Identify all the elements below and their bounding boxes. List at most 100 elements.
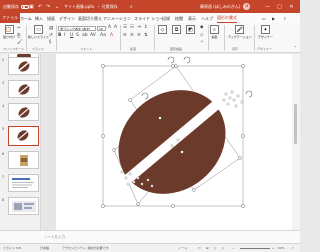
tab-shape-format[interactable]: 図形の書式 <box>217 14 237 23</box>
bullets-icon[interactable]: ☰ <box>123 25 127 30</box>
autosave-toggle[interactable] <box>21 4 29 9</box>
arrange-button[interactable]: ⧉ <box>172 25 181 34</box>
notes-placeholder[interactable]: ノートを入力 <box>44 235 65 240</box>
normal-view-icon[interactable]: ▭ <box>198 246 201 250</box>
strikethrough-icon[interactable]: S <box>76 33 79 38</box>
spacing-icon[interactable]: AV <box>90 33 96 38</box>
layout-icon[interactable]: ▤ <box>49 26 53 31</box>
slide-number: 3 <box>2 81 5 85</box>
fit-slide-icon[interactable]: ⤢ <box>291 246 293 250</box>
section-icon[interactable]: § <box>49 40 51 45</box>
clipboard-icon: 📋 <box>4 25 14 34</box>
notes-pane[interactable]: ノートを入力 <box>0 230 300 243</box>
accessibility-status[interactable]: アクセシビリティ: 検討が必要です <box>62 246 109 250</box>
slide-sorter-icon[interactable]: ⊞ <box>206 246 209 250</box>
reading-view-icon[interactable]: ▯ <box>214 246 216 250</box>
tab-home[interactable]: ホーム <box>20 14 32 23</box>
slideshow-icon[interactable]: ▷ <box>222 246 224 250</box>
comment-icon[interactable]: ▭ <box>262 14 266 23</box>
underline-icon[interactable]: U <box>70 33 73 38</box>
tab-draw[interactable]: 描画 <box>47 14 55 23</box>
zoom-in-icon[interactable]: + <box>272 246 275 250</box>
shape-outline-icon[interactable]: ◇ <box>200 33 203 38</box>
slide-thumbnail-5-selected[interactable] <box>8 126 39 146</box>
coffee-bean-thumbnail <box>17 130 29 141</box>
font-color-icon[interactable]: A <box>110 33 113 38</box>
tab-file[interactable]: ファイル <box>0 13 20 23</box>
change-case-icon[interactable]: Aa <box>100 33 106 38</box>
collapse-ribbon-icon[interactable]: ⌃ <box>294 45 297 50</box>
current-slide[interactable] <box>56 54 292 230</box>
share-icon[interactable]: ⇪ <box>283 14 286 23</box>
slide-number: 7 <box>2 175 5 179</box>
autosave[interactable]: 自動保存 <box>3 0 31 13</box>
shape-fill-icon[interactable]: ◆ <box>200 25 203 30</box>
account[interactable]: 篠原昌 (ほしみのぎん) 篠 <box>200 0 251 13</box>
text-direction-icon[interactable]: ⇅ <box>144 33 148 38</box>
tab-animations[interactable]: アニメーション <box>103 14 131 23</box>
search-icon[interactable]: ⌕ <box>130 0 133 13</box>
customize-toolbar-icon[interactable]: ⌄ <box>55 0 59 13</box>
tab-view[interactable]: 表示 <box>188 14 196 23</box>
shapes-button[interactable]: ◇ <box>158 25 167 34</box>
format-painter-icon[interactable]: 🖌 <box>17 40 23 45</box>
dictate-button[interactable]: 🎤 ディクテーション <box>228 25 252 39</box>
slide-thumbnail-6[interactable] <box>8 151 39 169</box>
designer-button[interactable]: ✦ デザイナー <box>258 25 273 39</box>
zoom-level[interactable]: 60% <box>278 246 285 250</box>
save-icon[interactable]: ▣ <box>29 0 34 13</box>
designer-icon: ✦ <box>260 25 270 34</box>
align-center-icon[interactable]: ≡ <box>130 33 134 38</box>
tab-help[interactable]: ヘルプ <box>201 14 213 23</box>
tab-record[interactable]: 記録 <box>162 14 170 23</box>
group-label-font: フォント <box>80 47 93 51</box>
line-spacing-icon[interactable]: ↕ <box>144 25 148 30</box>
slide-thumbnail-7[interactable] <box>8 174 39 192</box>
avatar[interactable]: 篠 <box>243 3 251 10</box>
vertical-scrollbar[interactable] <box>292 54 300 230</box>
redo-icon[interactable]: ↷ <box>46 0 50 13</box>
coffee-bean-drawing[interactable] <box>56 54 292 230</box>
copy-icon[interactable]: ⎘ <box>17 33 21 39</box>
tab-transitions[interactable]: 画面切り替え <box>78 14 102 23</box>
new-slide-button[interactable]: ▭ 新しいスライド <box>28 25 49 39</box>
slide-thumbnail-8[interactable] <box>8 197 39 215</box>
italic-icon[interactable]: I <box>64 33 65 38</box>
font-name-select[interactable]: 游ゴシック本文 (本文) <box>58 26 96 31</box>
slide-number: 8 <box>2 198 5 202</box>
slide-canvas[interactable] <box>42 54 292 230</box>
grow-font-icon[interactable]: A <box>108 25 111 30</box>
close-icon[interactable]: ✕ <box>287 0 296 13</box>
tab-review[interactable]: 校閲 <box>175 14 183 23</box>
minimize-icon[interactable]: — <box>263 0 272 13</box>
maximize-icon[interactable]: □ <box>275 0 284 13</box>
notes-toggle[interactable]: ノート <box>178 246 187 250</box>
quick-styles-button[interactable]: ◩ <box>186 25 195 34</box>
undo-icon[interactable]: ↶ <box>38 0 42 13</box>
bold-icon[interactable]: B <box>58 33 61 38</box>
align-right-icon[interactable]: ≡ <box>137 33 141 38</box>
shadow-icon[interactable]: ab <box>82 33 88 38</box>
shape-effects-icon[interactable]: ✧ <box>200 40 204 45</box>
tab-insert[interactable]: 挿入 <box>35 14 43 23</box>
scrollbar-thumb[interactable] <box>294 104 297 144</box>
zoom-out-icon[interactable]: − <box>232 246 235 250</box>
language[interactable]: 日本語 <box>40 246 49 250</box>
autosave-label: 自動保存 <box>3 3 19 9</box>
cut-icon[interactable]: ✂ <box>17 26 21 31</box>
slide-thumbnail-3[interactable] <box>8 80 39 98</box>
slide-thumbnail-2[interactable] <box>8 57 39 75</box>
editing-button[interactable]: ⌕ 編集 <box>210 25 219 39</box>
align-left-icon[interactable]: ≡ <box>123 33 127 38</box>
reset-icon[interactable]: ↺ <box>49 33 53 38</box>
tab-slideshow[interactable]: スライド ショー <box>134 14 163 23</box>
zoom-slider[interactable] <box>240 247 270 248</box>
slide-thumbnail-4[interactable] <box>8 103 39 121</box>
font-size-select[interactable]: 18 <box>97 26 106 31</box>
indent-icon[interactable]: ⇥ <box>137 25 141 30</box>
shrink-font-icon[interactable]: A <box>114 25 117 30</box>
tab-design[interactable]: デザイン <box>59 14 75 23</box>
paste-button[interactable]: 📋 貼り付け <box>3 25 15 39</box>
present-icon[interactable]: ▶ <box>272 14 275 23</box>
numbering-icon[interactable]: ☷ <box>130 25 134 30</box>
